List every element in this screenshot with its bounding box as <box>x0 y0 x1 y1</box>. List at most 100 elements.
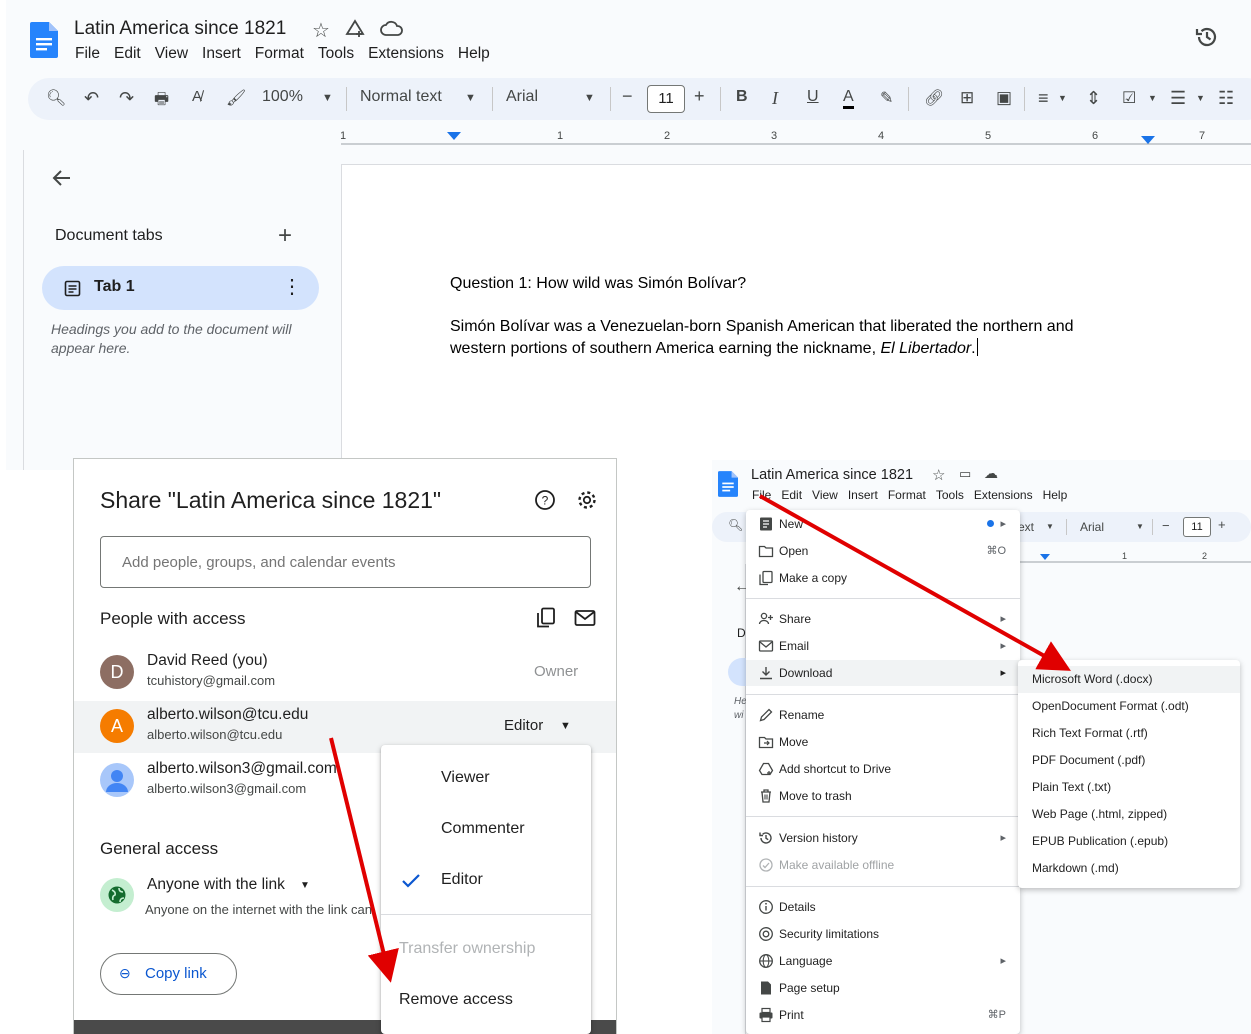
download-md-item[interactable]: Markdown (.md) <box>1018 855 1240 882</box>
version-history-icon[interactable] <box>1194 24 1220 50</box>
menu-view[interactable]: View <box>812 488 838 502</box>
checklist-icon[interactable]: ☑ <box>1122 88 1136 108</box>
chevron-down-icon[interactable]: ▼ <box>1058 93 1067 103</box>
role-editor[interactable]: Editor <box>381 871 591 889</box>
chevron-down-icon[interactable]: ▼ <box>584 92 595 104</box>
download-docx-item[interactable]: Microsoft Word (.docx) <box>1018 666 1240 693</box>
file-menu-item-new[interactable]: New ▸ <box>746 511 1020 537</box>
back-arrow-icon[interactable] <box>50 166 74 190</box>
chevron-down-icon[interactable]: ▼ <box>1046 522 1054 531</box>
download-rtf-item[interactable]: Rich Text Format (.rtf) <box>1018 720 1240 747</box>
star-icon[interactable]: ☆ <box>932 466 945 484</box>
gear-icon[interactable] <box>576 489 598 511</box>
download-pdf-item[interactable]: PDF Document (.pdf) <box>1018 747 1240 774</box>
font-select[interactable]: Arial <box>506 88 538 106</box>
file-menu-item-download[interactable]: Download ▸ <box>746 660 1020 686</box>
link-icon[interactable]: 🔗︎ <box>924 88 944 108</box>
download-html-item[interactable]: Web Page (.html, zipped) <box>1018 801 1240 828</box>
file-menu-item-move[interactable]: Move <box>746 729 1020 755</box>
redo-icon[interactable]: ↷ <box>119 88 134 109</box>
remove-access-item[interactable]: Remove access <box>381 991 591 1009</box>
undo-icon[interactable]: ↶ <box>84 88 99 109</box>
menu-extensions[interactable]: Extensions <box>974 488 1033 502</box>
print-icon[interactable]: 🖶 <box>154 88 169 115</box>
menu-view[interactable]: View <box>155 45 188 63</box>
menu-help[interactable]: Help <box>458 45 490 63</box>
style-select-partial[interactable]: ext <box>1018 520 1034 534</box>
align-icon[interactable]: ≡ <box>1038 88 1049 109</box>
menu-extensions[interactable]: Extensions <box>368 45 444 63</box>
google-docs-logo-icon[interactable] <box>30 22 58 58</box>
menu-file[interactable]: File <box>752 488 771 502</box>
menu-tools[interactable]: Tools <box>318 45 354 63</box>
menu-edit[interactable]: Edit <box>114 45 141 63</box>
role-viewer[interactable]: Viewer <box>381 769 591 787</box>
increase-font-size-button[interactable]: + <box>1218 517 1226 532</box>
role-dropdown[interactable]: Editor <box>504 717 543 734</box>
zoom-select[interactable]: 100% <box>262 88 303 106</box>
numbered-list-icon[interactable]: ☷ <box>1218 88 1234 109</box>
file-menu-item-security-limitations[interactable]: Security limitations <box>746 921 1020 947</box>
cloud-status-icon[interactable] <box>380 18 404 40</box>
download-odt-item[interactable]: OpenDocument Format (.odt) <box>1018 693 1240 720</box>
file-menu-item-details[interactable]: Details <box>746 894 1020 920</box>
menu-format[interactable]: Format <box>888 488 926 502</box>
email-icon[interactable] <box>574 609 596 627</box>
paint-format-icon[interactable]: 🖌 <box>226 88 246 108</box>
add-comment-icon[interactable]: ⊞ <box>960 88 974 108</box>
file-menu-item-page-setup[interactable]: Page setup <box>746 975 1020 1001</box>
italic-button[interactable]: I <box>772 88 778 109</box>
file-menu-item-language[interactable]: Language ▸ <box>746 948 1020 974</box>
google-docs-logo-icon[interactable] <box>718 470 738 498</box>
chevron-down-icon[interactable]: ▼ <box>465 92 476 104</box>
add-tab-button[interactable]: + <box>278 222 292 250</box>
text-color-button[interactable]: A <box>843 88 854 109</box>
menu-file[interactable]: File <box>75 45 100 63</box>
left-indent-marker[interactable] <box>447 132 461 140</box>
star-icon[interactable]: ☆ <box>312 18 330 43</box>
file-menu-item-make-a-copy[interactable]: Make a copy <box>746 565 1020 591</box>
menu-format[interactable]: Format <box>255 45 304 63</box>
file-menu-item-email[interactable]: Email ▸ <box>746 633 1020 659</box>
underline-button[interactable]: U <box>807 88 819 106</box>
add-people-input[interactable] <box>100 536 591 588</box>
right-indent-marker[interactable] <box>1141 136 1155 144</box>
download-txt-item[interactable]: Plain Text (.txt) <box>1018 774 1240 801</box>
file-menu-item-add-shortcut[interactable]: Add shortcut to Drive <box>746 756 1020 782</box>
file-menu-item-rename[interactable]: Rename <box>746 702 1020 728</box>
file-menu-item-share[interactable]: Share ▸ <box>746 606 1020 632</box>
style-select[interactable]: Normal text <box>360 88 442 106</box>
search-menus-icon[interactable]: 🔍︎ <box>728 518 743 532</box>
file-menu-item-move-to-trash[interactable]: Move to trash <box>746 783 1020 809</box>
decrease-font-size-button[interactable]: − <box>622 86 633 107</box>
doc-title[interactable]: Latin America since 1821 <box>751 467 913 483</box>
highlight-icon[interactable]: ✎ <box>880 88 893 108</box>
font-size-input[interactable]: 11 <box>1183 517 1211 537</box>
copy-link-button[interactable]: ⊖ Copy link <box>100 953 237 995</box>
bold-button[interactable]: B <box>736 88 748 106</box>
chevron-down-icon[interactable]: ▼ <box>322 92 333 104</box>
menu-help[interactable]: Help <box>1043 488 1068 502</box>
file-menu-item-version-history[interactable]: Version history ▸ <box>746 825 1020 851</box>
increase-font-size-button[interactable]: + <box>694 86 705 107</box>
download-epub-item[interactable]: EPUB Publication (.epub) <box>1018 828 1240 855</box>
more-options-icon[interactable]: ⋮ <box>282 274 302 299</box>
menu-tools[interactable]: Tools <box>936 488 964 502</box>
bulleted-list-icon[interactable]: ☰ <box>1170 88 1186 109</box>
tab-1-partial[interactable] <box>728 658 748 686</box>
chevron-down-icon[interactable]: ▼ <box>560 720 571 732</box>
chevron-down-icon[interactable]: ▼ <box>1136 522 1144 531</box>
document-page[interactable]: Question 1: How wild was Simón Bolívar? … <box>341 164 1251 470</box>
cloud-status-icon[interactable]: ☁ <box>984 465 998 482</box>
decrease-font-size-button[interactable]: − <box>1162 518 1170 533</box>
move-to-folder-icon[interactable] <box>344 18 366 40</box>
copy-emails-icon[interactable] <box>536 607 556 629</box>
font-size-input[interactable]: 11 <box>647 85 685 113</box>
search-menus-icon[interactable]: 🔍︎ <box>46 88 66 108</box>
doc-title[interactable]: Latin America since 1821 <box>74 18 286 40</box>
role-commenter[interactable]: Commenter <box>381 820 591 838</box>
insert-image-icon[interactable]: ▣ <box>996 88 1012 108</box>
font-select[interactable]: Arial <box>1080 520 1104 534</box>
file-menu-item-open[interactable]: Open ⌘O <box>746 538 1020 564</box>
help-icon[interactable]: ? <box>534 489 556 511</box>
